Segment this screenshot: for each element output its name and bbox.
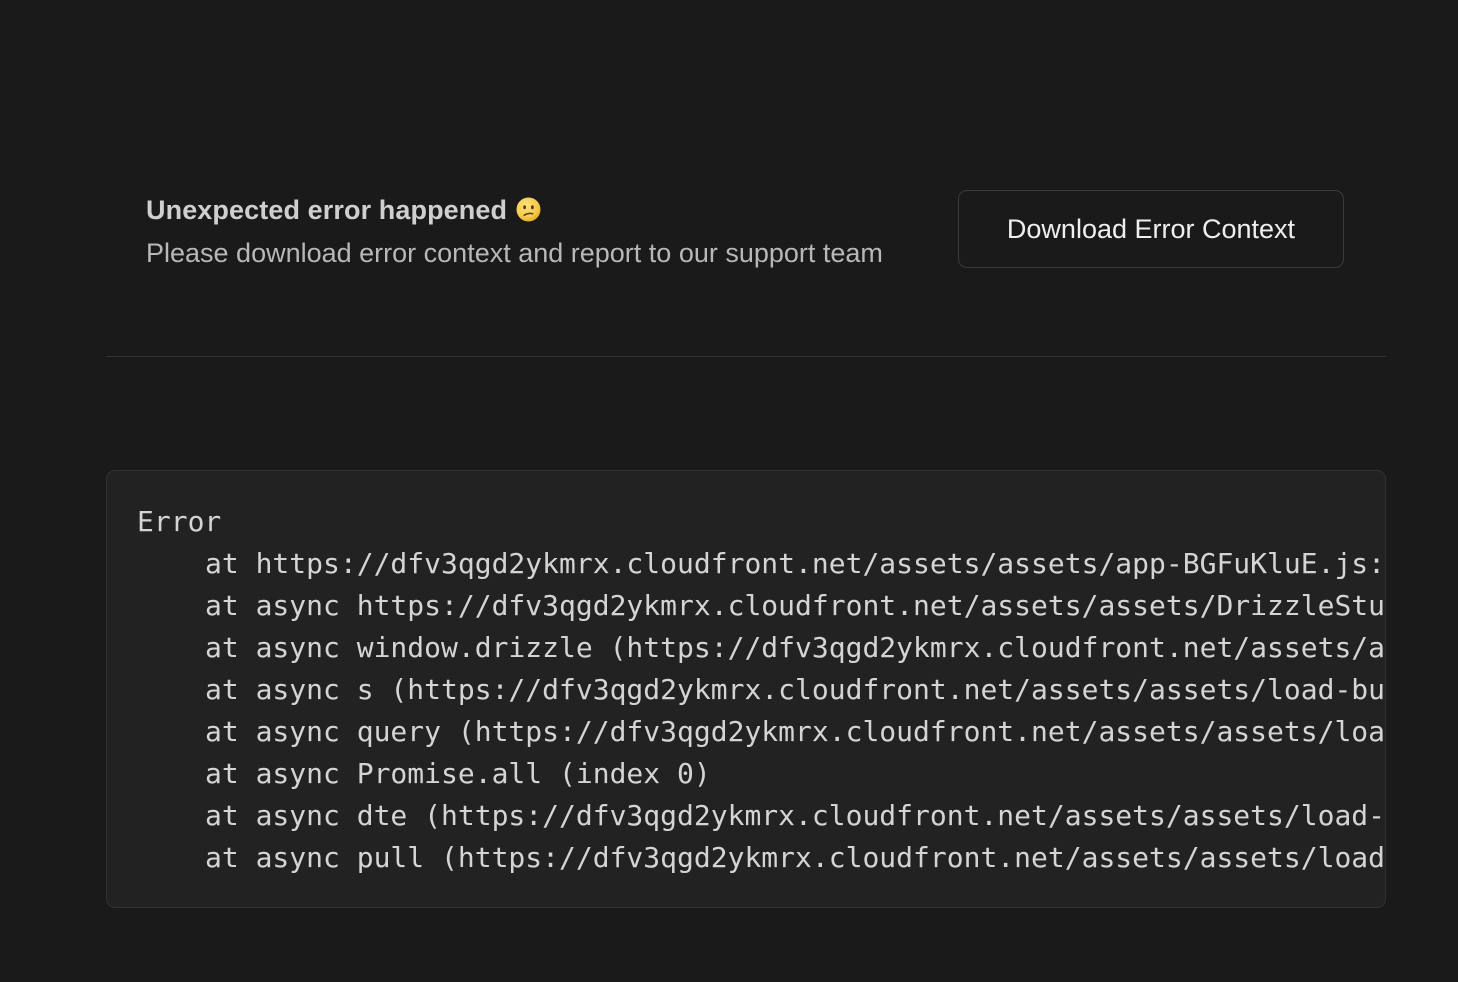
stack-error-name: Error — [137, 505, 222, 538]
error-title: Unexpected error happened — [146, 194, 508, 225]
confused-face-icon — [516, 197, 541, 222]
stack-frame: at async pull (https://dfv3qgd2ykmrx.clo… — [205, 841, 1383, 874]
stack-trace-panel[interactable]: Error at https://dfv3qgd2ykmrx.cloudfront… — [106, 470, 1386, 908]
stack-frame: at async Promise.all (index 0) — [205, 757, 711, 790]
stack-frame: at async window.drizzle (https://dfv3qgd… — [205, 631, 1383, 664]
stack-frame: at async s (https://dfv3qgd2ykmrx.cloudf… — [205, 673, 1383, 706]
section-divider — [106, 356, 1386, 357]
stack-frame: at async query (https://dfv3qgd2ykmrx.cl… — [205, 715, 1383, 748]
stack-trace: Error at https://dfv3qgd2ykmrx.cloudfront… — [137, 501, 1383, 879]
error-header: Unexpected error happened Please downloa… — [146, 190, 1346, 320]
error-message: Unexpected error happened Please downloa… — [146, 190, 926, 274]
error-description: Please download error context and report… — [146, 238, 883, 268]
stack-frame: at https://dfv3qgd2ykmrx.cloudfront.net/… — [205, 547, 1383, 580]
error-title-row: Unexpected error happened — [146, 190, 926, 230]
download-error-context-button[interactable]: Download Error Context — [958, 190, 1344, 268]
stack-frame: at async https://dfv3qgd2ykmrx.cloudfron… — [205, 589, 1383, 622]
stack-frame: at async dte (https://dfv3qgd2ykmrx.clou… — [205, 799, 1383, 832]
